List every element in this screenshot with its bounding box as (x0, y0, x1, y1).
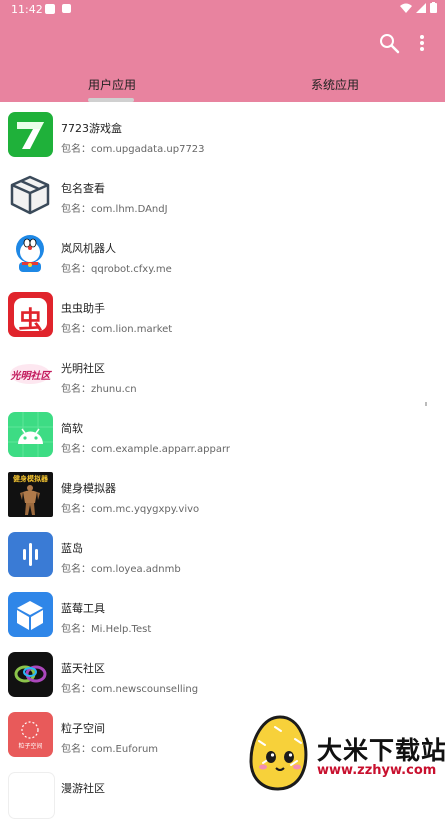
app-name: 健身模拟器 (61, 482, 116, 495)
more-vert-icon[interactable] (414, 32, 430, 54)
tab-user-apps[interactable]: 用户应用 (88, 76, 136, 93)
app-name: 蓝天社区 (61, 662, 105, 675)
app-name: 蓝岛 (61, 542, 83, 555)
app-name: 包名查看 (61, 182, 105, 195)
signal-icon (416, 2, 426, 13)
app-name: 粒子空间 (61, 722, 105, 735)
list-item[interactable]: 简软 包名：com.example.apparr.apparr (0, 404, 445, 464)
app-header: 11:42 用户应用 系统应用 (0, 0, 445, 102)
app-package: 包名：com.newscounselling (61, 684, 199, 695)
app-name: 简软 (61, 422, 83, 435)
notification-icon (45, 4, 55, 14)
app-name: 岚风机器人 (61, 242, 116, 255)
doraemon-icon (8, 232, 53, 277)
tab-indicator (88, 98, 134, 102)
7723-green-icon (8, 112, 53, 157)
app-package: 包名：com.lhm.DAndJ (61, 204, 168, 215)
list-item[interactable]: 健身模拟器 健身模拟器 包名：com.mc.yqygxpy.vivo (0, 464, 445, 524)
app-package: 包名：qqrobot.cfxy.me (61, 264, 172, 275)
bodybuilder-icon: 健身模拟器 (8, 472, 53, 517)
list-item[interactable]: 光明社区 光明社区 包名：zhunu.cn (0, 344, 445, 404)
guangming-icon: 光明社区 (8, 352, 53, 397)
app-package: 包名：com.Euforum (61, 744, 159, 755)
list-item[interactable]: 7723游戏盒 包名：com.upgadata.up7723 (0, 104, 445, 164)
wifi-icon (400, 3, 412, 13)
status-time: 11:42 (11, 3, 43, 16)
app-package: 包名：com.mc.yqygxpy.vivo (61, 504, 200, 515)
package-box-icon (8, 172, 53, 217)
app-package: 包名：com.lion.market (61, 324, 173, 335)
battery-icon (430, 2, 437, 13)
app-name: 蓝莓工具 (61, 602, 105, 615)
app-package: 包名：com.example.apparr.apparr (61, 444, 231, 455)
watermark-title: 大米下载站 (317, 736, 445, 765)
icon-glyph: 粒子空间 (18, 743, 43, 750)
app-name: 虫虫助手 (61, 302, 105, 315)
list-item[interactable]: 蓝天社区 包名：com.newscounselling (0, 644, 445, 704)
list-item[interactable]: 包名查看 包名：com.lhm.DAndJ (0, 164, 445, 224)
app-package: 包名：com.loyea.adnmb (61, 564, 181, 575)
app-package: 包名：zhunu.cn (61, 384, 137, 395)
app-name: 7723游戏盒 (61, 122, 122, 135)
icon-glyph: 虫 (18, 306, 43, 334)
search-icon[interactable] (378, 32, 400, 54)
list-item[interactable]: 蓝岛 包名：com.loyea.adnmb (0, 524, 445, 584)
notification-icon (62, 4, 71, 13)
chongchong-icon: 虫 (8, 292, 53, 337)
app-name: 漫游社区 (61, 782, 105, 795)
app-package: 包名：com.upgadata.up7723 (61, 144, 205, 155)
app-package: 包名：Mi.Help.Test (61, 624, 152, 635)
watermark: 大米下载站 www.zzhyw.com (245, 713, 445, 791)
icon-glyph: 光明社区 (10, 371, 51, 382)
list-item[interactable]: 岚风机器人 包名：qqrobot.cfxy.me (0, 224, 445, 284)
app-name: 光明社区 (61, 362, 105, 375)
status-bar: 11:42 (0, 0, 445, 20)
rice-mascot-logo (249, 715, 308, 791)
tab-system-apps[interactable]: 系统应用 (311, 76, 359, 93)
status-icons (400, 2, 437, 13)
watermark-url: www.zzhyw.com (317, 763, 437, 778)
manyou-icon (8, 772, 55, 819)
cube-icon (8, 592, 53, 637)
particle-space-icon: 粒子空间 (8, 712, 53, 757)
rings-icon (8, 652, 53, 697)
list-item[interactable]: 虫 虫虫助手 包名：com.lion.market (0, 284, 445, 344)
list-item[interactable]: 蓝莓工具 包名：Mi.Help.Test (0, 584, 445, 644)
bars-icon (8, 532, 53, 577)
android-icon (8, 412, 53, 457)
